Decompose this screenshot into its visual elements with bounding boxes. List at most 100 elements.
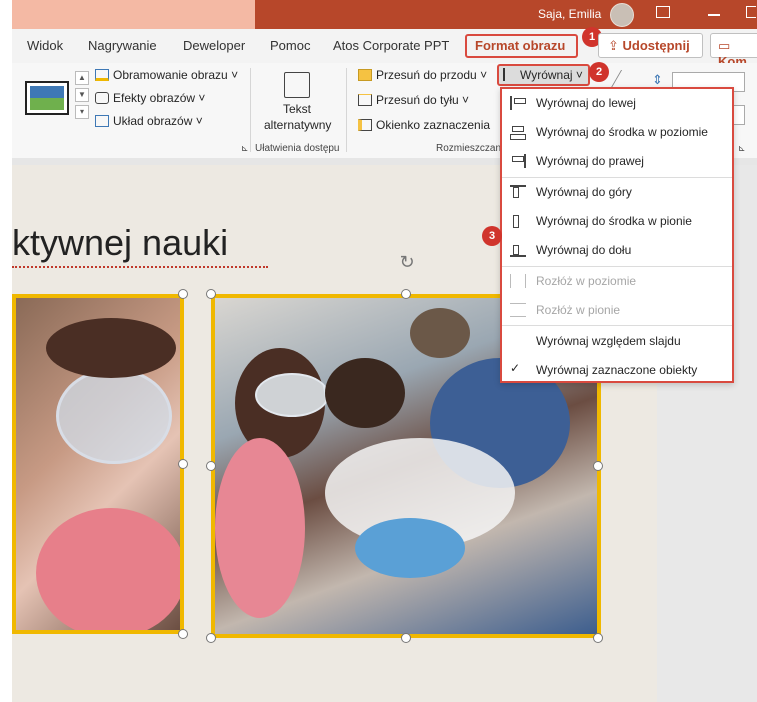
resize-handle[interactable]: [206, 289, 216, 299]
hair-shape: [325, 358, 405, 428]
align-bottom-icon: [510, 243, 526, 257]
tab-deweloper[interactable]: Deweloper: [183, 38, 245, 53]
align-label: Wyrównaj ˅: [520, 68, 583, 82]
share-icon: ⇪: [608, 38, 623, 53]
resize-handle[interactable]: [178, 629, 188, 639]
restore-icon[interactable]: [746, 6, 756, 18]
menu-item-distribute-vertical: Rozłóż w pionie: [502, 296, 732, 324]
menu-separator: [502, 325, 732, 326]
picture-effects-label: Efekty obrazów: [113, 91, 196, 105]
menu-item-label: Rozłóż w pionie: [536, 303, 621, 317]
picture-layout-button[interactable]: Układ obrazów ˅: [95, 114, 203, 128]
gallery-up-icon[interactable]: ▲: [75, 71, 89, 85]
arrange-group-label: Rozmieszczan: [436, 143, 502, 154]
ribbon-separator: [250, 68, 251, 152]
resize-handle[interactable]: [401, 289, 411, 299]
resize-handle[interactable]: [593, 461, 603, 471]
menu-item-label: Wyrównaj do góry: [536, 185, 632, 199]
goggles-shape: [56, 368, 172, 464]
alt-text-icon[interactable]: [284, 72, 310, 98]
align-center-icon: [510, 125, 526, 140]
menu-item-align-center[interactable]: Wyrównaj do środka w poziomie: [502, 118, 732, 146]
distribute-vertical-icon: [510, 303, 526, 317]
tab-atos-corporate[interactable]: Atos Corporate PPT: [333, 38, 449, 53]
tab-pomoc[interactable]: Pomoc: [270, 38, 310, 53]
glove-shape: [355, 518, 465, 578]
picture-effects-icon: [95, 92, 109, 104]
gallery-more-icon[interactable]: ▾: [75, 105, 89, 119]
bring-forward-button[interactable]: Przesuń do przodu ˅: [358, 68, 487, 82]
menu-item-align-left[interactable]: Wyrównaj do lewej: [502, 89, 732, 117]
ribbon-display-icon[interactable]: [656, 6, 670, 18]
picture-border-icon: [95, 69, 109, 81]
send-backward-icon: [358, 94, 372, 106]
send-backward-label: Przesuń do tyłu: [376, 93, 459, 107]
menu-item-label: Wyrównaj do prawej: [536, 154, 644, 168]
title-bar-left-segment: [12, 0, 255, 29]
tab-widok[interactable]: Widok: [27, 38, 63, 53]
picture-border-label: Obramowanie obrazu: [113, 68, 228, 82]
rotate-handle-icon[interactable]: ↻: [396, 251, 418, 273]
align-left-icon: [510, 96, 526, 110]
menu-item-label: Wyrównaj do środka w poziomie: [536, 125, 708, 139]
menu-item-align-right[interactable]: Wyrównaj do prawej: [502, 147, 732, 175]
menu-item-distribute-horizontal: Rozłóż w poziomie: [502, 267, 732, 295]
step-badge-2: 2: [589, 62, 609, 82]
height-icon: ⇕: [652, 72, 663, 87]
gallery-down-icon[interactable]: ▼: [75, 88, 89, 102]
menu-item-align-top[interactable]: Wyrównaj do góry: [502, 178, 732, 206]
shirt-shape: [36, 508, 180, 630]
bring-forward-label: Przesuń do przodu: [376, 68, 477, 82]
photo-left[interactable]: [12, 294, 184, 634]
selection-pane-label: Okienko zaznaczenia: [376, 118, 491, 132]
resize-handle[interactable]: [593, 633, 603, 643]
align-label-text: Wyrównaj: [520, 68, 573, 82]
align-middle-icon: [510, 214, 526, 228]
size-launcher-icon[interactable]: ⊾: [738, 143, 746, 154]
resize-handle[interactable]: [178, 289, 188, 299]
hair-shape: [410, 308, 470, 358]
user-avatar[interactable]: [610, 3, 634, 27]
alt-text-label-1[interactable]: Tekst: [283, 102, 311, 116]
comment-icon: ▭: [718, 38, 731, 53]
hair-shape: [46, 318, 176, 378]
share-text: Udostępnij: [622, 38, 690, 53]
goggles-shape: [255, 373, 329, 417]
checkmark-icon: ✓: [510, 361, 521, 375]
picture-border-button[interactable]: Obramowanie obrazu ˅: [95, 68, 238, 82]
tab-format-obrazu-label[interactable]: Format obrazu: [475, 38, 565, 53]
menu-item-align-selected[interactable]: ✓ Wyrównaj zaznaczone obiekty: [502, 356, 732, 384]
alt-text-label-2[interactable]: alternatywny: [264, 118, 331, 132]
align-icon: [503, 68, 517, 81]
resize-handle[interactable]: [206, 461, 216, 471]
menu-item-label: Wyrównaj do dołu: [536, 243, 632, 257]
align-right-icon: [510, 154, 526, 168]
picture-layout-icon: [95, 115, 109, 127]
align-top-icon: [510, 185, 526, 199]
menu-item-label: Wyrównaj zaznaczone obiekty: [536, 363, 698, 377]
accessibility-group-label: Ułatwienia dostępu: [255, 143, 340, 154]
resize-handle[interactable]: [401, 633, 411, 643]
picture-layout-label: Układ obrazów: [113, 114, 193, 128]
resize-handle[interactable]: [178, 459, 188, 469]
menu-item-align-to-slide[interactable]: Wyrównaj względem slajdu: [502, 327, 732, 355]
minimize-icon[interactable]: [708, 14, 720, 16]
resize-handle[interactable]: [206, 633, 216, 643]
picture-effects-button[interactable]: Efekty obrazów ˅: [95, 91, 205, 105]
selection-pane-button[interactable]: Okienko zaznaczenia: [358, 118, 490, 132]
spellcheck-underline: [12, 264, 268, 268]
share-label: ⇪ Udostępnij: [608, 38, 690, 54]
menu-item-label: Rozłóż w poziomie: [536, 274, 637, 288]
menu-item-label: Wyrównaj względem slajdu: [536, 334, 681, 348]
ribbon-separator: [346, 68, 347, 152]
slide-title[interactable]: ktywnej nauki: [12, 222, 228, 264]
tab-nagrywanie[interactable]: Nagrywanie: [88, 38, 157, 53]
menu-item-label: Wyrównaj do środka w pionie: [536, 214, 692, 228]
send-backward-button[interactable]: Przesuń do tyłu ˅: [358, 93, 469, 107]
menu-item-align-bottom[interactable]: Wyrównaj do dołu: [502, 236, 732, 264]
sweater-shape: [215, 438, 305, 618]
menu-item-align-middle[interactable]: Wyrównaj do środka w pionie: [502, 207, 732, 235]
step-badge-3: 3: [482, 226, 502, 246]
group-launcher-icon[interactable]: ⊾: [241, 143, 249, 154]
user-name[interactable]: Saja, Emilia: [538, 7, 601, 21]
